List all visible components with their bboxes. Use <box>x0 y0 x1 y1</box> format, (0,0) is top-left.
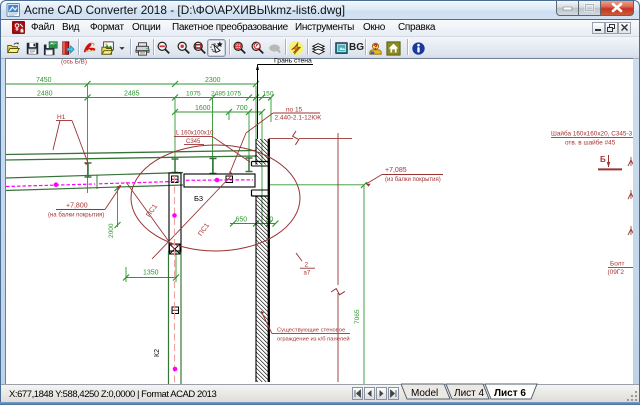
svg-text:L 160x100x10: L 160x100x10 <box>176 131 214 137</box>
svg-text:(ось Б/В): (ось Б/В) <box>61 59 87 66</box>
svg-text:2.440-2.1-12КЖ: 2.440-2.1-12КЖ <box>275 115 322 122</box>
svg-text:1075: 1075 <box>186 91 201 98</box>
svg-text:1350: 1350 <box>143 270 159 277</box>
svg-text:(на балки покрытия): (на балки покрытия) <box>48 213 104 219</box>
svg-text:ПС1: ПС1 <box>197 222 211 238</box>
svg-text:7065: 7065 <box>354 309 361 324</box>
svg-text:(09Г2: (09Г2 <box>608 269 625 276</box>
svg-text:Лист 6: Лист 6 <box>494 388 526 399</box>
svg-text:2000: 2000 <box>108 223 115 238</box>
svg-text:1075: 1075 <box>227 91 242 98</box>
svg-text:2480: 2480 <box>37 91 53 98</box>
svg-text:7450: 7450 <box>36 77 52 84</box>
svg-text:по 15: по 15 <box>286 107 303 114</box>
svg-text:2485: 2485 <box>124 91 140 98</box>
svg-text:+7,800: +7,800 <box>66 203 88 210</box>
svg-text:Болт: Болт <box>610 261 625 268</box>
svg-text:а7: а7 <box>304 271 311 277</box>
svg-text:ПС1: ПС1 <box>145 203 159 219</box>
svg-text:1600: 1600 <box>195 105 211 112</box>
svg-text:Б3: Б3 <box>194 194 203 203</box>
svg-text:2: 2 <box>305 262 309 269</box>
svg-text:2485: 2485 <box>211 91 226 98</box>
svg-text:650: 650 <box>236 217 248 224</box>
svg-text:2300: 2300 <box>205 77 221 84</box>
svg-text:отв. в шайбе #45: отв. в шайбе #45 <box>565 139 616 147</box>
svg-text:Шайба 160х160х20, С345-3: Шайба 160х160х20, С345-3 <box>551 130 633 138</box>
svg-text:Н1: Н1 <box>57 114 66 121</box>
svg-text:С345: С345 <box>186 139 201 145</box>
svg-text:Б: Б <box>600 155 606 164</box>
svg-text:(из балки покрытия): (из балки покрытия) <box>385 177 441 183</box>
svg-text:+7,085: +7,085 <box>385 167 407 174</box>
svg-text:Model: Model <box>411 388 438 399</box>
svg-text:700: 700 <box>236 105 248 112</box>
svg-text:Грань стена: Грань стена <box>274 58 312 65</box>
svg-text:150: 150 <box>263 91 274 98</box>
svg-text:ограждение из к/б панелей: ограждение из к/б панелей <box>277 336 350 343</box>
svg-text:К2: К2 <box>154 349 161 357</box>
svg-text:Существующие стеновое: Существующие стеновое <box>277 328 345 334</box>
svg-text:Лист 4: Лист 4 <box>454 388 485 399</box>
